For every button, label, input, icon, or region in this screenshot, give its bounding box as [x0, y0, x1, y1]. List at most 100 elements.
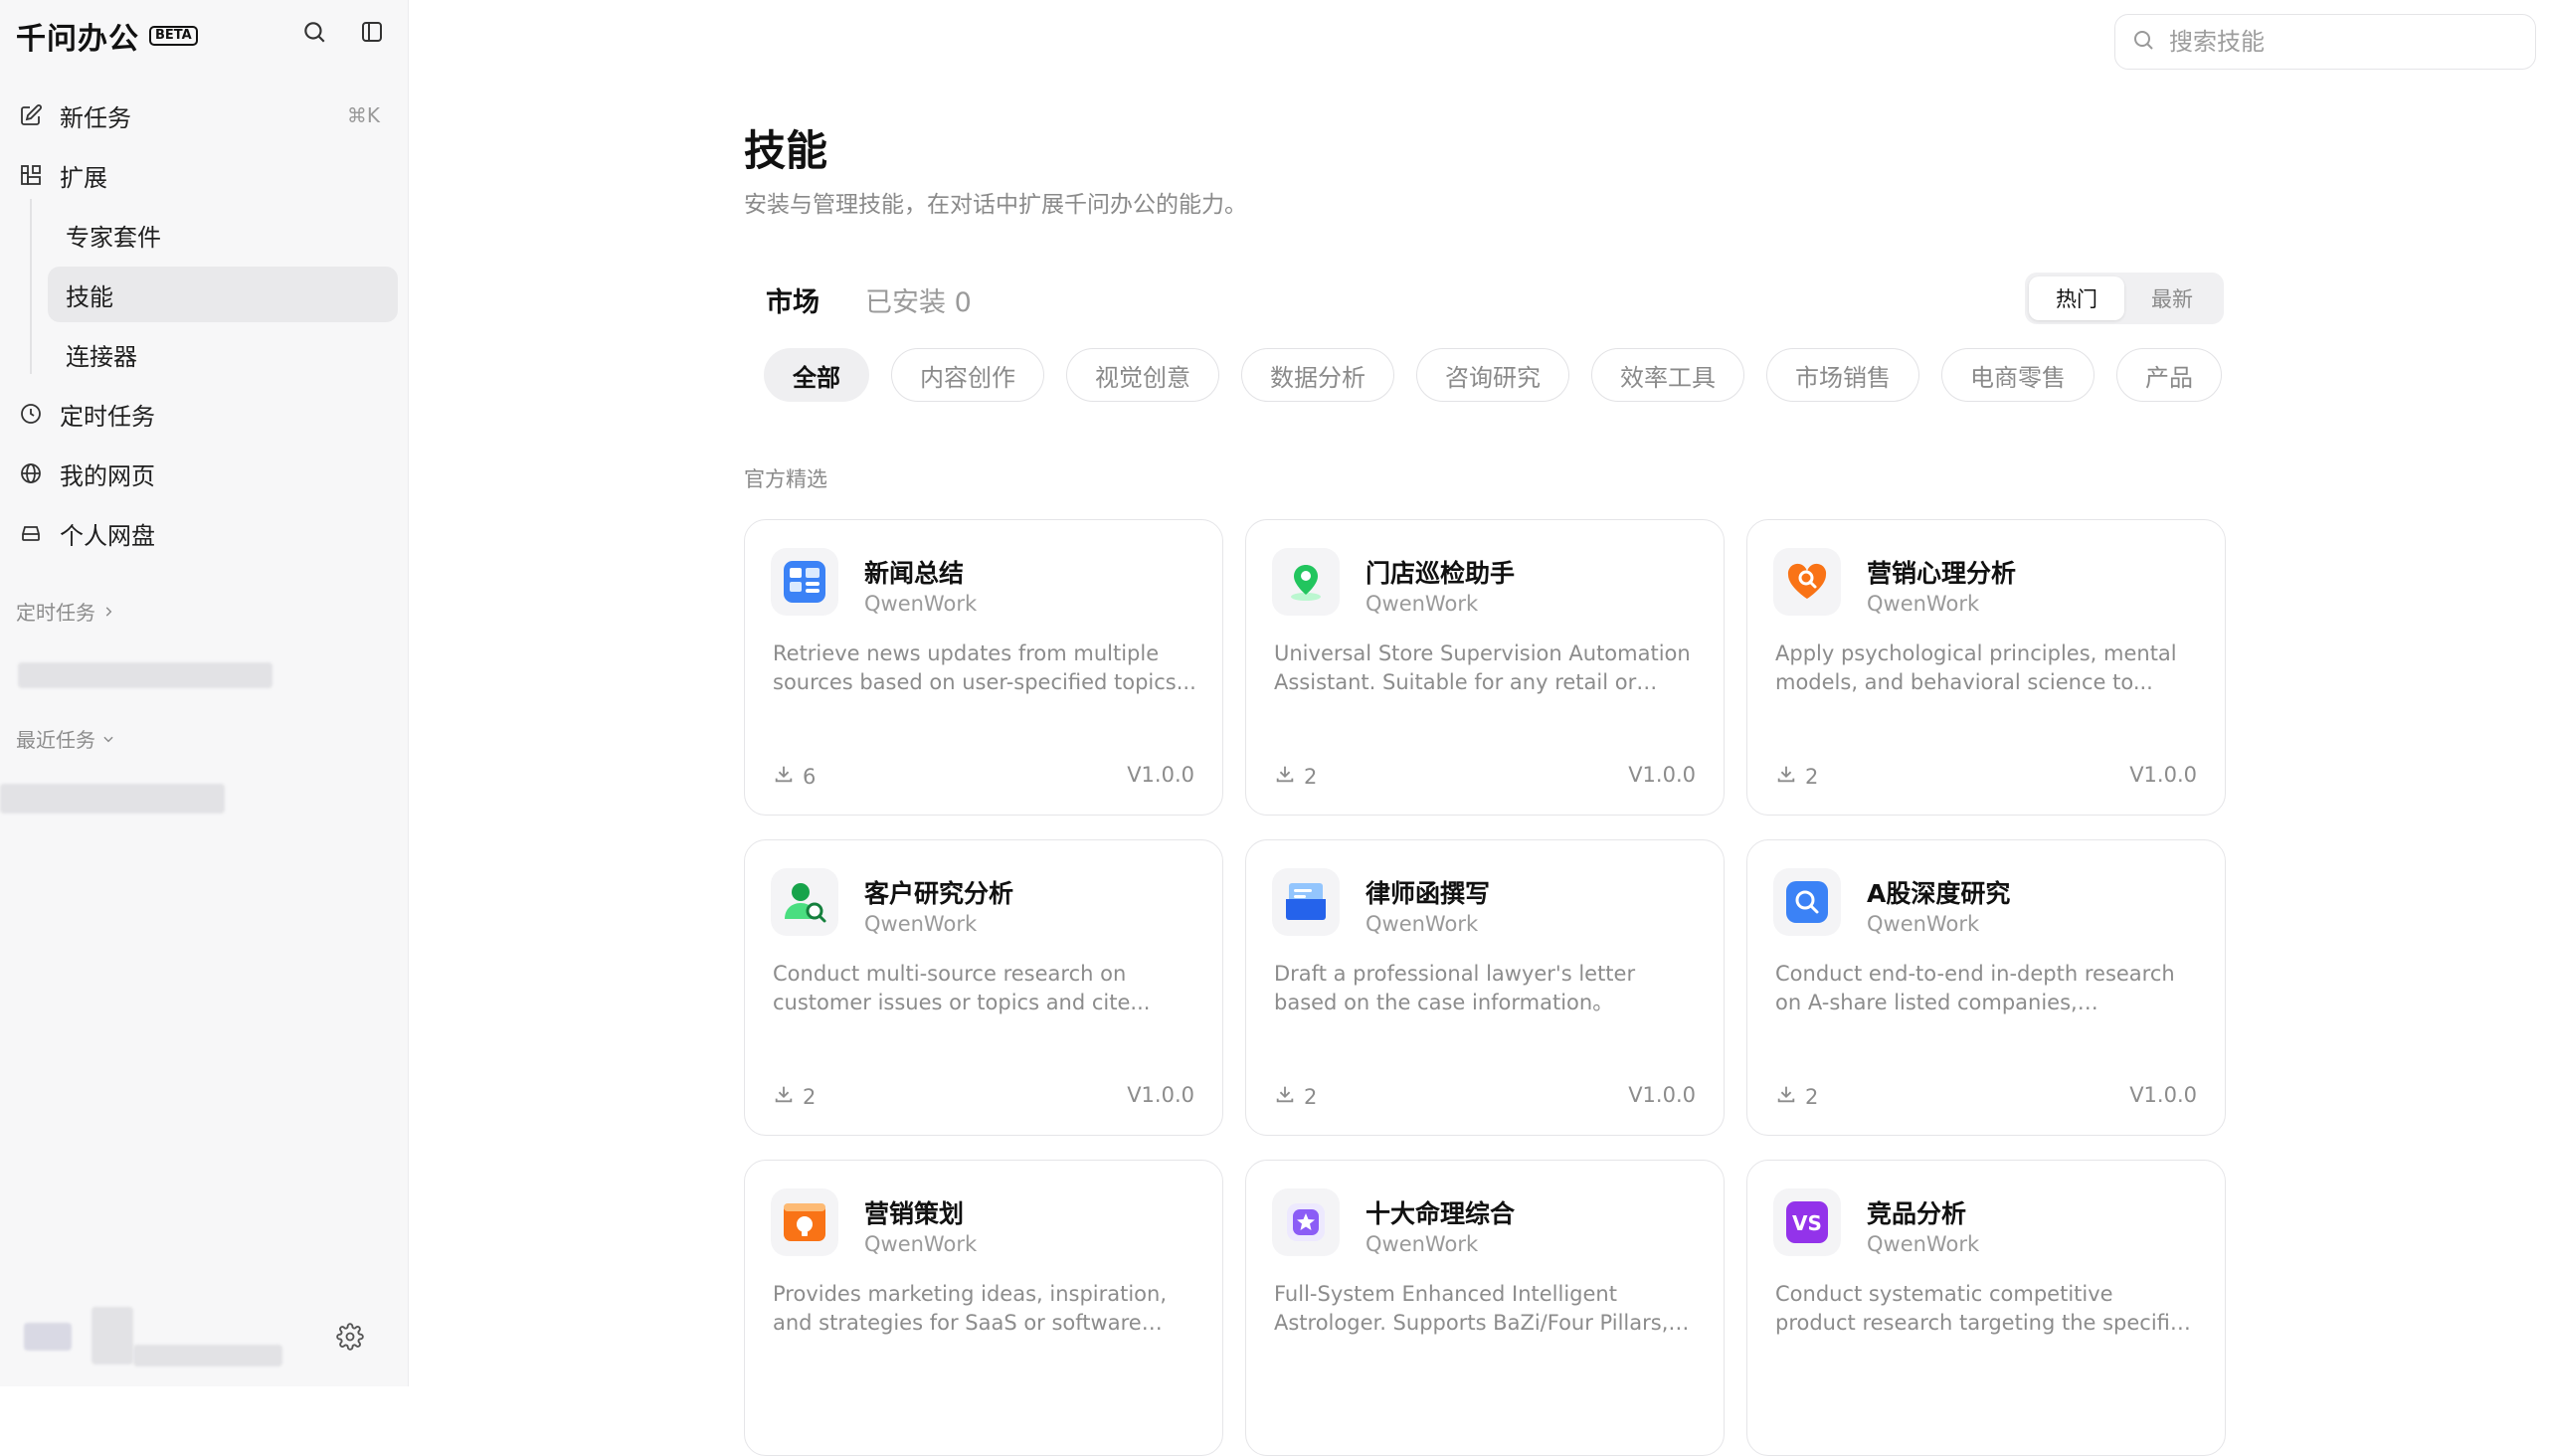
sidebar-item-extend[interactable]: 扩展	[10, 147, 398, 203]
download-icon	[773, 763, 795, 790]
svg-text:VS: VS	[1792, 1211, 1822, 1235]
skill-card[interactable]: 营销策划 QwenWork Provides marketing ideas, …	[744, 1160, 1223, 1456]
gear-icon[interactable]	[336, 1323, 368, 1355]
download-count: 6	[773, 763, 816, 790]
skill-card[interactable]: 律师函撰写 QwenWork Draft a professional lawy…	[1245, 839, 1725, 1136]
sidebar-item-drive[interactable]: 个人网盘	[10, 505, 398, 561]
sidebar-item-label: 定时任务	[60, 402, 155, 431]
download-count-value: 2	[1304, 1084, 1318, 1109]
skill-description: Conduct end-to-end in-depth research on …	[1775, 962, 2175, 1014]
page-subtitle: 安装与管理技能，在对话中扩展千问办公的能力。	[744, 192, 1247, 218]
category-chip[interactable]: 内容创作	[891, 348, 1044, 402]
search-input[interactable]	[2167, 27, 2505, 57]
skill-description: Retrieve news updates from multiple sour…	[773, 641, 1196, 694]
category-chips: 全部 内容创作 视觉创意 数据分析 咨询研究 效率工具 市场销售 电商零售 产品	[764, 348, 2224, 404]
sidebar-item-label: 个人网盘	[60, 521, 155, 550]
skill-version: V1.0.0	[1127, 1083, 1194, 1107]
section-scheduled-header[interactable]: 定时任务	[16, 597, 115, 626]
skill-version: V1.0.0	[1628, 763, 1696, 787]
skill-name: 竞品分析	[1867, 1199, 1967, 1228]
sidebar-toggle-icon[interactable]	[356, 16, 388, 48]
sidebar-item-skills[interactable]: 技能	[48, 267, 398, 322]
category-chip[interactable]: 数据分析	[1241, 348, 1394, 402]
brand-name: 千问办公	[16, 22, 139, 57]
brand: 千问办公 BETA	[16, 14, 198, 58]
skill-author: QwenWork	[864, 1232, 978, 1256]
skill-author: QwenWork	[864, 912, 978, 936]
download-count: 2	[1775, 1083, 1818, 1110]
chevron-right-icon	[101, 600, 115, 624]
skill-card[interactable]: A股深度研究 QwenWork Conduct end-to-end in-de…	[1746, 839, 2226, 1136]
skill-card[interactable]: 营销心理分析 QwenWork Apply psychological prin…	[1746, 519, 2226, 816]
category-chip[interactable]: 咨询研究	[1416, 348, 1569, 402]
skill-version: V1.0.0	[1628, 1083, 1696, 1107]
tab-market[interactable]: 市场	[766, 280, 820, 319]
sort-new-button[interactable]: 最新	[2124, 276, 2220, 320]
blurred-recent-item[interactable]	[0, 784, 225, 814]
page-title: 技能	[744, 126, 828, 175]
download-count: 2	[1274, 763, 1317, 790]
skill-description: Universal Store Supervision Automation A…	[1274, 641, 1691, 694]
user-name-blurred	[91, 1307, 133, 1365]
skill-author: QwenWork	[1366, 912, 1479, 936]
extensions-icon	[16, 160, 46, 190]
sidebar-item-new-task[interactable]: 新任务 ⌘K	[10, 88, 398, 143]
skill-description: Full-System Enhanced Intelligent Astrolo…	[1274, 1282, 1669, 1335]
category-chip[interactable]: 产品	[2116, 348, 2222, 402]
skill-search[interactable]	[2114, 14, 2536, 70]
download-count-value: 2	[1304, 764, 1318, 789]
skill-name: 营销心理分析	[1867, 559, 2017, 588]
skill-description: Draft a professional lawyer's letter bas…	[1274, 962, 1636, 1014]
globe-icon	[16, 458, 46, 488]
sidebar-item-my-pages[interactable]: 我的网页	[10, 446, 398, 501]
category-chip[interactable]: 市场销售	[1766, 348, 1919, 402]
sidebar-item-label: 扩展	[60, 163, 107, 192]
section-recent-header[interactable]: 最近任务	[16, 724, 115, 753]
category-chip[interactable]: 效率工具	[1591, 348, 1744, 402]
download-count-value: 2	[1805, 764, 1819, 789]
sidebar-item-expert-suite[interactable]: 专家套件	[48, 207, 398, 263]
download-count-value: 6	[803, 764, 817, 789]
sidebar-item-label: 我的网页	[60, 461, 155, 490]
skill-name: 新闻总结	[864, 559, 965, 588]
skill-card[interactable]: 客户研究分析 QwenWork Conduct multi-source res…	[744, 839, 1223, 1136]
skill-description: Conduct multi-source research on custome…	[773, 962, 1151, 1014]
skill-name: 客户研究分析	[864, 879, 1014, 908]
skill-card[interactable]: 新闻总结 QwenWork Retrieve news updates from…	[744, 519, 1223, 816]
shortcut-hint: ⌘K	[346, 103, 380, 127]
category-chip[interactable]: 全部	[764, 348, 869, 402]
skill-author: QwenWork	[1366, 1232, 1479, 1256]
skill-card[interactable]: 十大命理综合 QwenWork Full-System Enhanced Int…	[1245, 1160, 1725, 1456]
search-icon[interactable]	[298, 16, 330, 48]
download-icon	[1274, 763, 1296, 790]
download-count-value: 2	[1805, 1084, 1819, 1109]
vs-icon: VS	[1773, 1188, 1841, 1256]
skill-version: V1.0.0	[1127, 763, 1194, 787]
news-icon	[771, 548, 838, 616]
skill-card[interactable]: 门店巡检助手 QwenWork Universal Store Supervis…	[1245, 519, 1725, 816]
category-chip[interactable]: 视觉创意	[1066, 348, 1219, 402]
avatar[interactable]	[24, 1323, 72, 1351]
skill-version: V1.0.0	[2129, 1083, 2197, 1107]
skill-card[interactable]: VS 竞品分析 QwenWork Conduct systematic comp…	[1746, 1160, 2226, 1456]
magnifier-icon	[1773, 868, 1841, 936]
section-title: 官方精选	[744, 467, 827, 491]
download-icon	[1274, 1083, 1296, 1110]
download-count-value: 2	[803, 1084, 817, 1109]
download-count: 2	[1775, 763, 1818, 790]
category-chip[interactable]: 电商零售	[1941, 348, 2095, 402]
sort-toggle: 热门 最新	[2025, 273, 2224, 324]
skill-author: QwenWork	[1366, 592, 1479, 616]
edit-icon	[16, 100, 46, 130]
sidebar-item-connectors[interactable]: 连接器	[48, 326, 398, 382]
sidebar-item-scheduled[interactable]: 定时任务	[10, 386, 398, 442]
skill-author: QwenWork	[1867, 1232, 1980, 1256]
search-icon	[2131, 28, 2155, 56]
tab-installed[interactable]: 已安装 0	[865, 280, 972, 319]
skill-author: QwenWork	[864, 592, 978, 616]
letter-icon	[1272, 868, 1340, 936]
sort-hot-button[interactable]: 热门	[2029, 276, 2124, 320]
user-search-icon	[771, 868, 838, 936]
skill-description: Apply psychological principles, mental m…	[1775, 641, 2177, 694]
blurred-task-item[interactable]	[18, 662, 273, 688]
